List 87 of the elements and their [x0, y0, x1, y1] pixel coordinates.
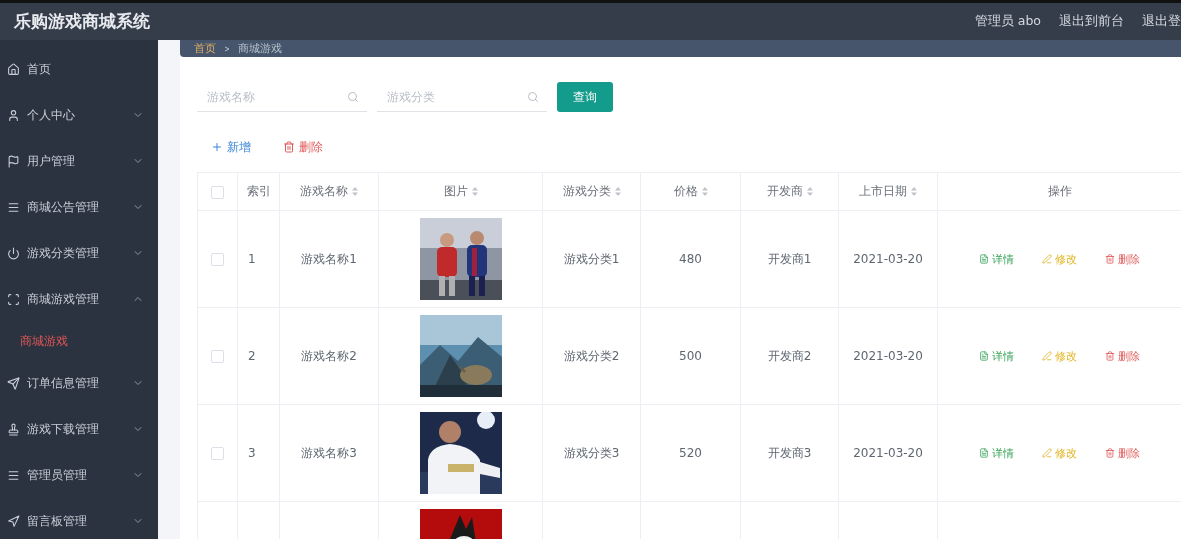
table-cell: 开发商2	[740, 307, 839, 405]
search-field[interactable]: 游戏名称	[197, 82, 367, 112]
document-icon	[979, 448, 989, 458]
delete-button[interactable]: 删除	[1105, 445, 1140, 461]
stamp-icon	[7, 422, 20, 436]
header-link[interactable]: 退出到前台	[1059, 13, 1124, 30]
table-cell: 2021-03-20	[838, 404, 938, 502]
list-icon	[7, 200, 20, 214]
column-header: 游戏分类	[542, 172, 641, 211]
flag-icon	[7, 154, 20, 168]
delete-button[interactable]: 删除	[1105, 348, 1140, 364]
column-header: 索引	[237, 172, 280, 211]
query-button[interactable]: 查询	[557, 82, 613, 112]
checkbox[interactable]	[211, 350, 224, 363]
sort-icon[interactable]	[701, 187, 708, 196]
sort-icon[interactable]	[806, 187, 813, 196]
table-cell: 3	[237, 404, 280, 502]
delete-button[interactable]: 删除	[283, 138, 323, 156]
column-header: 开发商	[740, 172, 839, 211]
table-cell: 1	[237, 210, 280, 308]
trash-icon	[1105, 254, 1115, 264]
search-icon	[527, 90, 539, 103]
power-icon	[7, 246, 20, 260]
trash-icon	[283, 141, 295, 153]
table-cell: 游戏名称1	[279, 210, 379, 308]
table-cell: 游戏分类3	[542, 404, 641, 502]
table-cell: 520	[640, 404, 741, 502]
column-header: 操作	[937, 172, 1181, 211]
column-header: 游戏名称	[279, 172, 379, 211]
trash-icon	[1105, 448, 1115, 458]
table-cell: 2	[237, 307, 280, 405]
sidebar-item[interactable]: 用户管理	[0, 138, 158, 184]
paper-plane-icon	[7, 376, 20, 390]
pen-icon	[1042, 351, 1052, 361]
navigation-icon	[7, 514, 20, 528]
search-field[interactable]: 游戏分类	[377, 82, 547, 112]
table-cell: 开发商1	[740, 210, 839, 308]
checkbox[interactable]	[211, 185, 224, 199]
detail-button[interactable]: 详情	[979, 348, 1014, 364]
table-cell: 2021-03-20	[838, 307, 938, 405]
checkbox[interactable]	[211, 447, 224, 460]
document-icon	[979, 351, 989, 361]
table-cell: 游戏名称3	[279, 404, 379, 502]
frame-icon	[7, 292, 20, 306]
sidebar-item[interactable]: 商城游戏管理	[0, 276, 158, 322]
column-header: 价格	[640, 172, 741, 211]
sidebar-item[interactable]: 游戏分类管理	[0, 230, 158, 276]
table-cell: 480	[640, 210, 741, 308]
add-button[interactable]: 新增	[211, 138, 251, 156]
checkbox[interactable]	[211, 253, 224, 266]
sort-icon[interactable]	[911, 187, 917, 196]
breadcrumb-item[interactable]: 商城游戏	[238, 41, 282, 56]
sort-icon[interactable]	[471, 187, 478, 196]
table-cell: 500	[640, 307, 741, 405]
detail-button[interactable]: 详情	[979, 445, 1014, 461]
app-title: 乐购游戏商城系统	[14, 10, 150, 33]
plus-icon	[211, 141, 223, 153]
header-link[interactable]: 管理员 abo	[974, 13, 1041, 30]
sort-icon[interactable]	[352, 187, 358, 196]
sidebar-item[interactable]: 管理员管理	[0, 452, 158, 498]
table-cell: 2021-03-20	[838, 210, 938, 308]
delete-button[interactable]: 删除	[1105, 251, 1140, 267]
pen-icon	[1042, 254, 1052, 264]
header-link[interactable]: 退出登	[1142, 13, 1181, 30]
table-cell: 游戏分类2	[542, 307, 641, 405]
sidebar-item[interactable]: 商城公告管理	[0, 184, 158, 230]
list-icon	[7, 468, 20, 482]
table-cell: 游戏分类1	[542, 210, 641, 308]
pen-icon	[1042, 448, 1052, 458]
document-icon	[979, 254, 989, 264]
sort-icon[interactable]	[614, 187, 621, 196]
table-cell: 游戏名称2	[279, 307, 379, 405]
breadcrumb-item[interactable]: 首页	[194, 41, 216, 56]
column-header: 上市日期	[838, 172, 938, 211]
sidebar-item[interactable]: 个人中心	[0, 92, 158, 138]
detail-button[interactable]: 详情	[979, 251, 1014, 267]
home-icon	[7, 62, 20, 76]
search-icon	[347, 90, 359, 103]
sidebar-item[interactable]: 订单信息管理	[0, 360, 158, 406]
trash-icon	[1105, 351, 1115, 361]
column-header: 图片	[378, 172, 543, 211]
sidebar-item[interactable]: 游戏下载管理	[0, 406, 158, 452]
sidebar-subitem[interactable]: 商城游戏	[0, 322, 158, 360]
sidebar-item[interactable]: 首页	[0, 46, 158, 92]
sidebar-item[interactable]: 留言板管理	[0, 498, 158, 539]
user-icon	[7, 108, 20, 122]
table-cell: 开发商3	[740, 404, 839, 502]
